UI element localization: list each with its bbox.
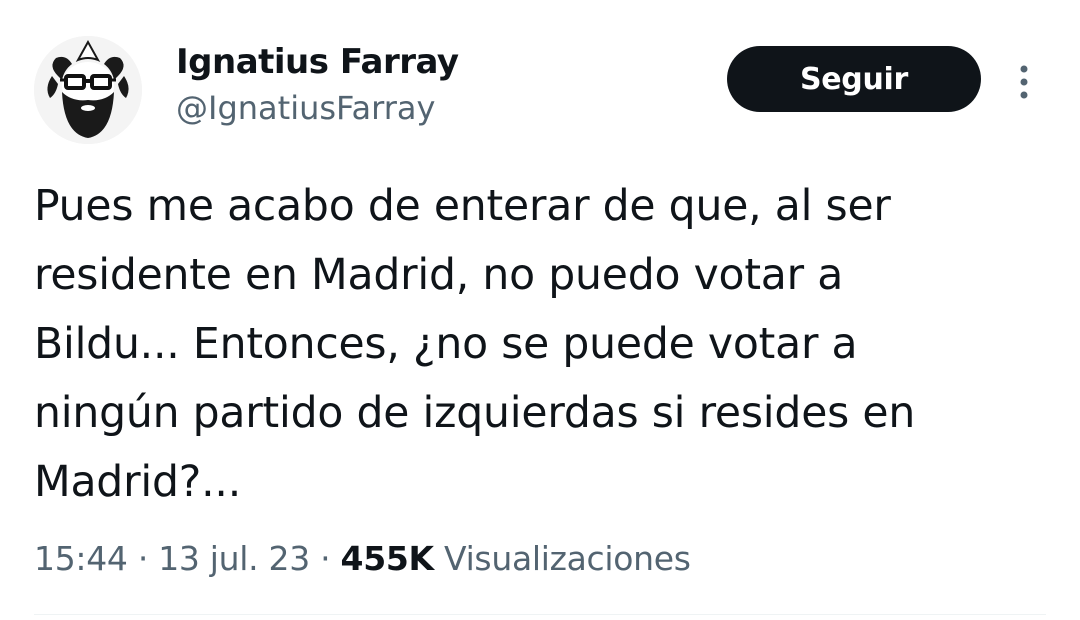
tweet-text-line: Madrid?... (34, 458, 242, 507)
more-options-button[interactable] (1006, 60, 1042, 104)
views-count: 455K (340, 539, 435, 578)
tweet-time[interactable]: 15:44 (34, 539, 128, 578)
author-handle[interactable]: @IgnatiusFarray (176, 86, 459, 130)
tweet-text: Pues me acabo de enterar de que, al ser … (34, 172, 1044, 517)
avatar[interactable] (34, 36, 142, 144)
author-display-name[interactable]: Ignatius Farray (176, 40, 459, 84)
tweet-meta: 15:44 · 13 jul. 23 · 455K Visualizacione… (34, 534, 691, 584)
divider (34, 614, 1046, 615)
tweet-text-line: residente en Madrid, no puedo votar a (34, 251, 844, 300)
tweet-date[interactable]: 13 jul. 23 (158, 539, 310, 578)
views-label: Visualizaciones (444, 539, 691, 578)
meta-separator: · (320, 539, 331, 578)
bearded-man-glasses-avatar-icon (34, 36, 142, 144)
author-block: Ignatius Farray @IgnatiusFarray (176, 40, 459, 130)
meta-separator: · (137, 539, 149, 578)
tweet-text-line: Pues me acabo de enterar de que, al ser (34, 182, 891, 231)
more-vertical-icon (1020, 65, 1028, 99)
follow-button[interactable]: Seguir (727, 46, 981, 112)
tweet-card: Ignatius Farray @IgnatiusFarray Seguir P… (0, 0, 1080, 620)
tweet-text-line: ningún partido de izquierdas si resides … (34, 389, 916, 438)
tweet-text-line: Bildu... Entonces, ¿no se puede votar a (34, 320, 858, 369)
